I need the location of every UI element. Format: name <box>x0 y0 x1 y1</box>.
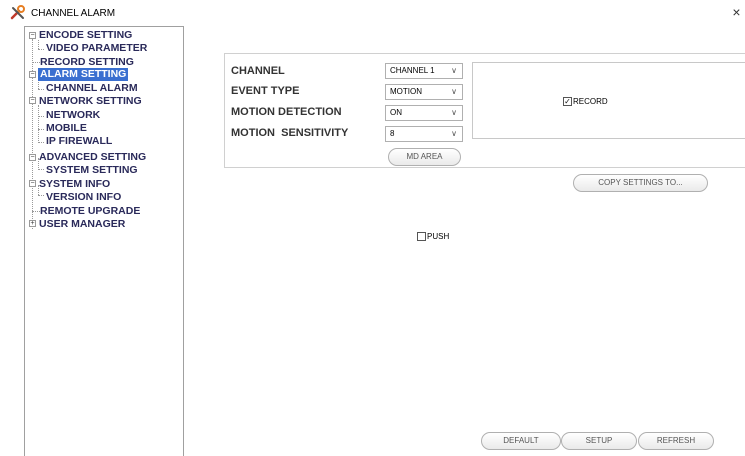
tree-item-ip-firewall[interactable]: IP FIREWALL <box>46 135 112 148</box>
event-type-label: EVENT TYPE <box>231 85 300 97</box>
refresh-button[interactable]: REFRESH <box>638 432 714 450</box>
tree-line <box>32 39 33 229</box>
motion-detection-value: ON <box>390 108 402 117</box>
collapse-toggle-icon[interactable]: − <box>29 71 36 78</box>
tree-item-network[interactable]: NETWORK <box>46 109 100 122</box>
expand-toggle-icon[interactable]: + <box>29 220 36 227</box>
md-area-button[interactable]: MD AREA <box>388 148 461 166</box>
record-label: RECORD <box>573 97 608 106</box>
chevron-down-icon: ∨ <box>451 87 457 96</box>
push-checkbox[interactable] <box>417 232 426 241</box>
motion-detection-label: MOTION DETECTION <box>231 106 342 118</box>
tree-item-system-setting[interactable]: SYSTEM SETTING <box>46 164 138 177</box>
tree-item-version-info[interactable]: VERSION INFO <box>46 191 121 204</box>
collapse-toggle-icon[interactable]: − <box>29 32 36 39</box>
tree-line <box>32 62 40 63</box>
tree-item-encode-setting[interactable]: ENCODE SETTING <box>39 29 132 42</box>
title-bar: CHANNEL ALARM × <box>0 0 745 26</box>
tree-item-remote-upgrade[interactable]: REMOTE UPGRADE <box>40 205 140 218</box>
tree-line <box>38 169 44 170</box>
channel-label: CHANNEL <box>231 65 285 77</box>
tree-item-mobile[interactable]: MOBILE <box>46 122 87 135</box>
motion-sensitivity-value: 8 <box>390 129 395 138</box>
tree-line <box>38 105 39 143</box>
tree-item-video-parameter[interactable]: VIDEO PARAMETER <box>46 42 147 55</box>
motion-sensitivity-select[interactable]: 8 ∨ <box>385 126 463 142</box>
channel-value: CHANNEL 1 <box>390 66 435 75</box>
tree-item-system-info[interactable]: SYSTEM INFO <box>39 178 110 191</box>
tree-line <box>38 116 44 117</box>
tree-item-alarm-setting[interactable]: ALARM SETTING <box>38 68 129 81</box>
settings-tools-icon <box>10 5 25 20</box>
chevron-down-icon: ∨ <box>451 108 457 117</box>
chevron-down-icon: ∨ <box>451 66 457 75</box>
setup-button[interactable]: SETUP <box>561 432 637 450</box>
tree-line <box>38 80 39 89</box>
settings-tree: − − − − − + ENCODE SETTING VIDEO PARAMET… <box>24 26 184 456</box>
window-title: CHANNEL ALARM <box>31 8 116 19</box>
record-options-box <box>472 62 745 139</box>
collapse-toggle-icon[interactable]: − <box>29 154 36 161</box>
event-type-select[interactable]: MOTION ∨ <box>385 84 463 100</box>
channel-select[interactable]: CHANNEL 1 ∨ <box>385 63 463 79</box>
tree-line <box>32 211 40 212</box>
tree-item-advanced-setting[interactable]: ADVANCED SETTING <box>39 151 146 164</box>
motion-sensitivity-label: MOTION SENSITIVITY <box>231 127 349 139</box>
collapse-toggle-icon[interactable]: − <box>29 97 36 104</box>
event-type-value: MOTION <box>390 87 422 96</box>
tree-item-user-manager[interactable]: USER MANAGER <box>39 218 125 231</box>
tree-line <box>38 129 44 130</box>
tree-item-network-setting[interactable]: NETWORK SETTING <box>39 95 142 108</box>
collapse-toggle-icon[interactable]: − <box>29 180 36 187</box>
record-checkbox[interactable]: ✓ <box>563 97 572 106</box>
motion-detection-select[interactable]: ON ∨ <box>385 105 463 121</box>
tree-line <box>38 195 44 196</box>
push-label: PUSH <box>427 232 450 241</box>
close-button[interactable]: × <box>728 2 745 22</box>
tree-line <box>38 89 44 90</box>
tree-line <box>38 49 44 50</box>
chevron-down-icon: ∨ <box>451 129 457 138</box>
default-button[interactable]: DEFAULT <box>481 432 561 450</box>
copy-settings-button[interactable]: COPY SETTINGS TO... <box>573 174 708 192</box>
tree-line <box>38 142 44 143</box>
tree-item-channel-alarm[interactable]: CHANNEL ALARM <box>46 82 138 95</box>
